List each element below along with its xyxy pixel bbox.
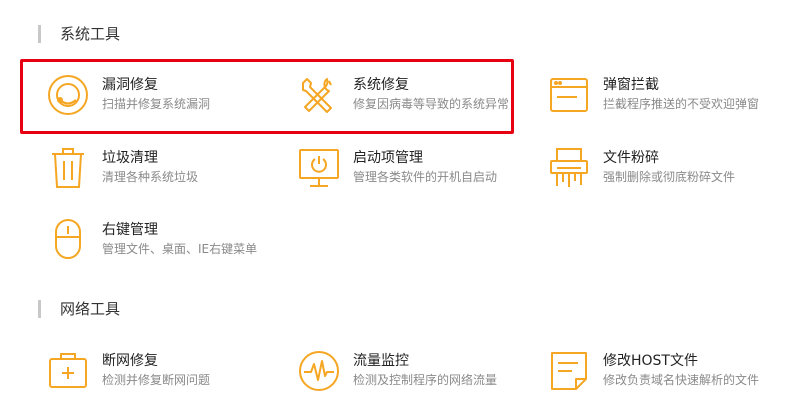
monitor-power-icon xyxy=(297,146,341,190)
tool-desc: 检测并修复断网问题 xyxy=(102,373,211,387)
trash-can-icon xyxy=(46,146,90,190)
first-aid-kit-icon xyxy=(46,349,90,393)
tool-name: 垃圾清理 xyxy=(102,150,158,166)
tool-name: 右键管理 xyxy=(102,222,158,238)
tool-popup-block[interactable]: 弹窗拦截 拦截程序推送的不受欢迎弹窗 xyxy=(547,73,785,129)
tool-name: 流量监控 xyxy=(353,353,409,369)
tool-desc: 检测及控制程序的网络流量 xyxy=(353,373,498,387)
tool-network-repair[interactable]: 断网修复 检测并修复断网问题 xyxy=(46,349,286,405)
tool-context-menu-manage[interactable]: 右键管理 管理文件、桌面、IE右键菜单 xyxy=(46,218,286,274)
popup-window-icon xyxy=(547,73,591,117)
tool-desc: 清理各种系统垃圾 xyxy=(102,170,199,184)
section-title-network-tools: 网络工具 xyxy=(38,300,120,318)
tool-edit-host-file[interactable]: 修改HOST文件 修改负责域名快速解析的文件 xyxy=(547,349,785,405)
tool-name: 弹窗拦截 xyxy=(603,77,659,93)
tool-name: 文件粉碎 xyxy=(603,150,659,166)
highlight-box xyxy=(20,59,514,134)
tool-startup-manage[interactable]: 启动项管理 管理各类软件的开机自启动 xyxy=(297,146,537,202)
tool-name: 断网修复 xyxy=(102,353,158,369)
tool-name: 修改HOST文件 xyxy=(603,353,698,369)
tool-desc: 拦截程序推送的不受欢迎弹窗 xyxy=(603,97,760,111)
document-edit-icon xyxy=(547,349,591,393)
section-title-system-tools: 系统工具 xyxy=(38,25,120,43)
traffic-pulse-icon xyxy=(297,349,341,393)
mouse-icon xyxy=(46,218,90,262)
tool-desc: 修改负责域名快速解析的文件 xyxy=(603,373,760,387)
tool-junk-clean[interactable]: 垃圾清理 清理各种系统垃圾 xyxy=(46,146,286,202)
tool-desc: 管理各类软件的开机自启动 xyxy=(353,170,498,184)
tool-name: 启动项管理 xyxy=(353,150,423,166)
tool-traffic-monitor[interactable]: 流量监控 检测及控制程序的网络流量 xyxy=(297,349,537,405)
shredder-icon xyxy=(547,146,591,190)
tool-desc: 强制删除或彻底粉碎文件 xyxy=(603,170,736,184)
tool-desc: 管理文件、桌面、IE右键菜单 xyxy=(102,242,258,256)
tool-file-shred[interactable]: 文件粉碎 强制删除或彻底粉碎文件 xyxy=(547,146,785,202)
